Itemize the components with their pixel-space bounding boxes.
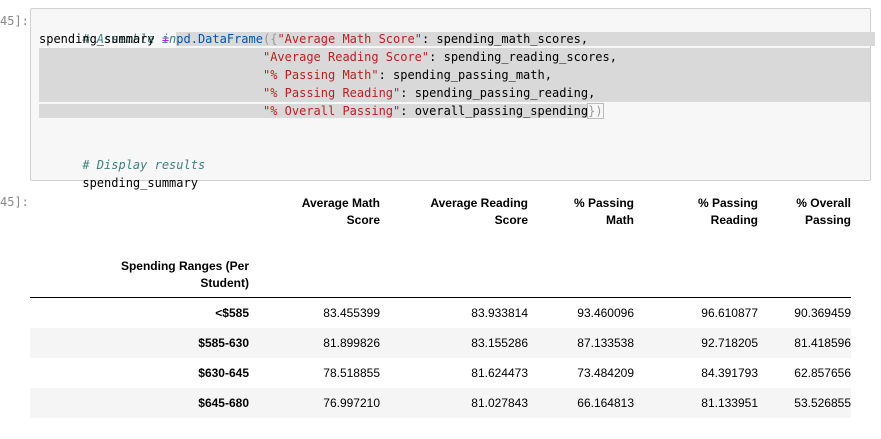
dataframe-table: Average Math Score Average Reading Score %… (30, 186, 851, 418)
table-row: $645-680 76.997210 81.027843 66.164813 8… (30, 388, 851, 418)
table-row: $630-645 78.518855 81.624473 73.484209 8… (30, 358, 851, 388)
code-selection: pd.DataFrame({"Average Math Score": spen… (176, 30, 876, 48)
index-name-line: Student) (200, 276, 249, 290)
table-cell: 66.164813 (577, 396, 634, 410)
column-header-line: % Overall (796, 196, 851, 210)
column-header: Average Math Score (249, 186, 380, 240)
code-text: : spending_passing_reading, (400, 86, 596, 100)
code-text: : spending_reading_scores, (429, 50, 617, 64)
code-line-3: "Average Reading Score": spending_readin… (39, 48, 870, 66)
blank-header (528, 240, 634, 298)
blank-header (380, 240, 528, 298)
column-header-line: % Passing (697, 196, 758, 210)
table-cell: 96.610877 (701, 306, 758, 320)
code-comment: # Display results (82, 158, 206, 172)
code-string: "% Passing Reading" (262, 86, 401, 100)
code-string: "% Passing Math" (262, 68, 379, 82)
code-line-4: "% Passing Math": spending_passing_math, (39, 66, 870, 84)
row-index: $585-630 (198, 336, 249, 350)
column-header-line: Passing (804, 213, 851, 227)
column-header-row: Average Math Score Average Reading Score %… (30, 186, 851, 240)
blank-header (634, 240, 758, 298)
table-cell: 73.484209 (577, 366, 634, 380)
index-name-line: Spending Ranges (Per (120, 259, 249, 273)
code-text: : overall_passing_spending (400, 104, 589, 118)
row-index: $645-680 (198, 396, 249, 410)
output-table-container: Average Math Score Average Reading Score %… (30, 186, 851, 418)
table-row: $585-630 81.899826 83.155286 87.133538 9… (30, 328, 851, 358)
column-header: % Overall Passing (758, 186, 851, 240)
input-prompt: 45]: (0, 14, 29, 28)
code-line-5: "% Passing Reading": spending_passing_re… (39, 84, 870, 102)
column-header-line: Reading (710, 213, 758, 227)
code-line-1: # Assemble into DataFrame (39, 12, 870, 46)
row-index: $630-645 (198, 366, 249, 380)
column-header-line: Score (346, 213, 380, 227)
table-cell: 76.997210 (323, 396, 380, 410)
table-cell: 81.624473 (471, 366, 528, 380)
table-cell: 78.518855 (323, 366, 380, 380)
table-cell: 81.133951 (701, 396, 758, 410)
column-header-line: Average Math (301, 196, 380, 210)
selection-fill (588, 30, 875, 48)
code-string: "Average Reading Score" (262, 50, 430, 64)
blank-header (249, 240, 380, 298)
code-editor[interactable]: # Assemble into DataFrame spending_summa… (39, 12, 876, 190)
blank-header (758, 240, 851, 298)
column-header-line: % Passing (573, 196, 634, 210)
table-cell: 81.418596 (794, 336, 851, 350)
code-text: : spending_math_scores, (421, 32, 589, 46)
output-prompt: 45]: (0, 195, 29, 209)
column-header-line: Average Reading (430, 196, 528, 210)
table-cell: 83.155286 (471, 336, 528, 350)
table-cell: 84.391793 (701, 366, 758, 380)
code-paren: ({ (262, 32, 278, 46)
table-cell: 92.718205 (701, 336, 758, 350)
table-cell: 83.933814 (471, 306, 528, 320)
table-cell: 83.455399 (323, 306, 380, 320)
code-line-6: "% Overall Passing": overall_passing_spe… (39, 102, 870, 120)
code-string: "% Overall Passing" (262, 104, 401, 118)
table-cell: 93.460096 (577, 306, 634, 320)
blank-header (30, 186, 249, 240)
table-cell: 81.027843 (471, 396, 528, 410)
code-object: pd.DataFrame (176, 32, 263, 46)
column-header: % Passing Reading (634, 186, 758, 240)
code-variable: spending_summary (39, 32, 155, 46)
table-cell: 62.857656 (794, 366, 851, 380)
row-index: <$585 (215, 306, 249, 320)
column-header: Average Reading Score (380, 186, 528, 240)
index-name-row: Spending Ranges (Per Student) (30, 240, 851, 298)
code-line-2: spending_summary = pd.DataFrame({"Averag… (39, 30, 876, 48)
table-cell: 81.899826 (323, 336, 380, 350)
index-name-header: Spending Ranges (Per Student) (30, 240, 249, 298)
code-cell[interactable]: # Assemble into DataFrame spending_summa… (30, 8, 876, 190)
code-operator: = (154, 32, 177, 46)
table-cell: 87.133538 (577, 336, 634, 350)
code-string: "Average Math Score" (277, 32, 422, 46)
column-header-line: Math (606, 213, 634, 227)
table-cell: 90.369459 (794, 306, 851, 320)
table-cell: 53.526855 (794, 396, 851, 410)
code-paren: }) (587, 103, 604, 119)
code-text: : spending_passing_math, (378, 68, 552, 82)
table-row: <$585 83.455399 83.933814 93.460096 96.6… (30, 297, 851, 328)
column-header: % Passing Math (528, 186, 634, 240)
column-header-line: Score (494, 213, 528, 227)
code-selection: "% Overall Passing": overall_passing_spe… (39, 104, 589, 118)
code-line-8: # Display results (39, 138, 870, 172)
